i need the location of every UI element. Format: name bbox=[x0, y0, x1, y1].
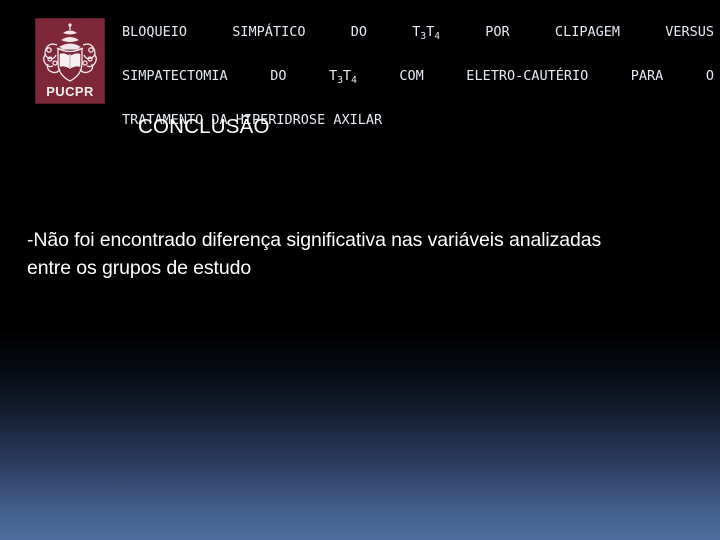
title-line-1: BLOQUEIO SIMPÁTICO DO T3T4 POR CLIPAGEM … bbox=[122, 24, 714, 42]
pucpr-crest-icon bbox=[43, 23, 97, 82]
slide-body: -Não foi encontrado diferença significat… bbox=[27, 226, 697, 282]
presentation-slide: PUCPR BLOQUEIO SIMPÁTICO DO T3T4 POR CLI… bbox=[0, 0, 720, 540]
body-line-1: -Não foi encontrado diferença significat… bbox=[27, 229, 602, 251]
title-subscript: 4 bbox=[351, 75, 357, 86]
title-subscript: 4 bbox=[434, 31, 440, 42]
pucpr-wordmark: PUCPR bbox=[46, 84, 94, 99]
title-line-2: SIMPATECTOMIA DO T3T4 COM ELETRO-CAUTÉRI… bbox=[122, 68, 714, 86]
title-subscript: 3 bbox=[337, 75, 343, 86]
pucpr-logo: PUCPR bbox=[36, 19, 104, 103]
title-subscript: 3 bbox=[420, 31, 427, 42]
body-line-2: entre os grupos de estudo bbox=[27, 257, 252, 279]
section-heading: CONCLUSÃO bbox=[138, 115, 270, 138]
